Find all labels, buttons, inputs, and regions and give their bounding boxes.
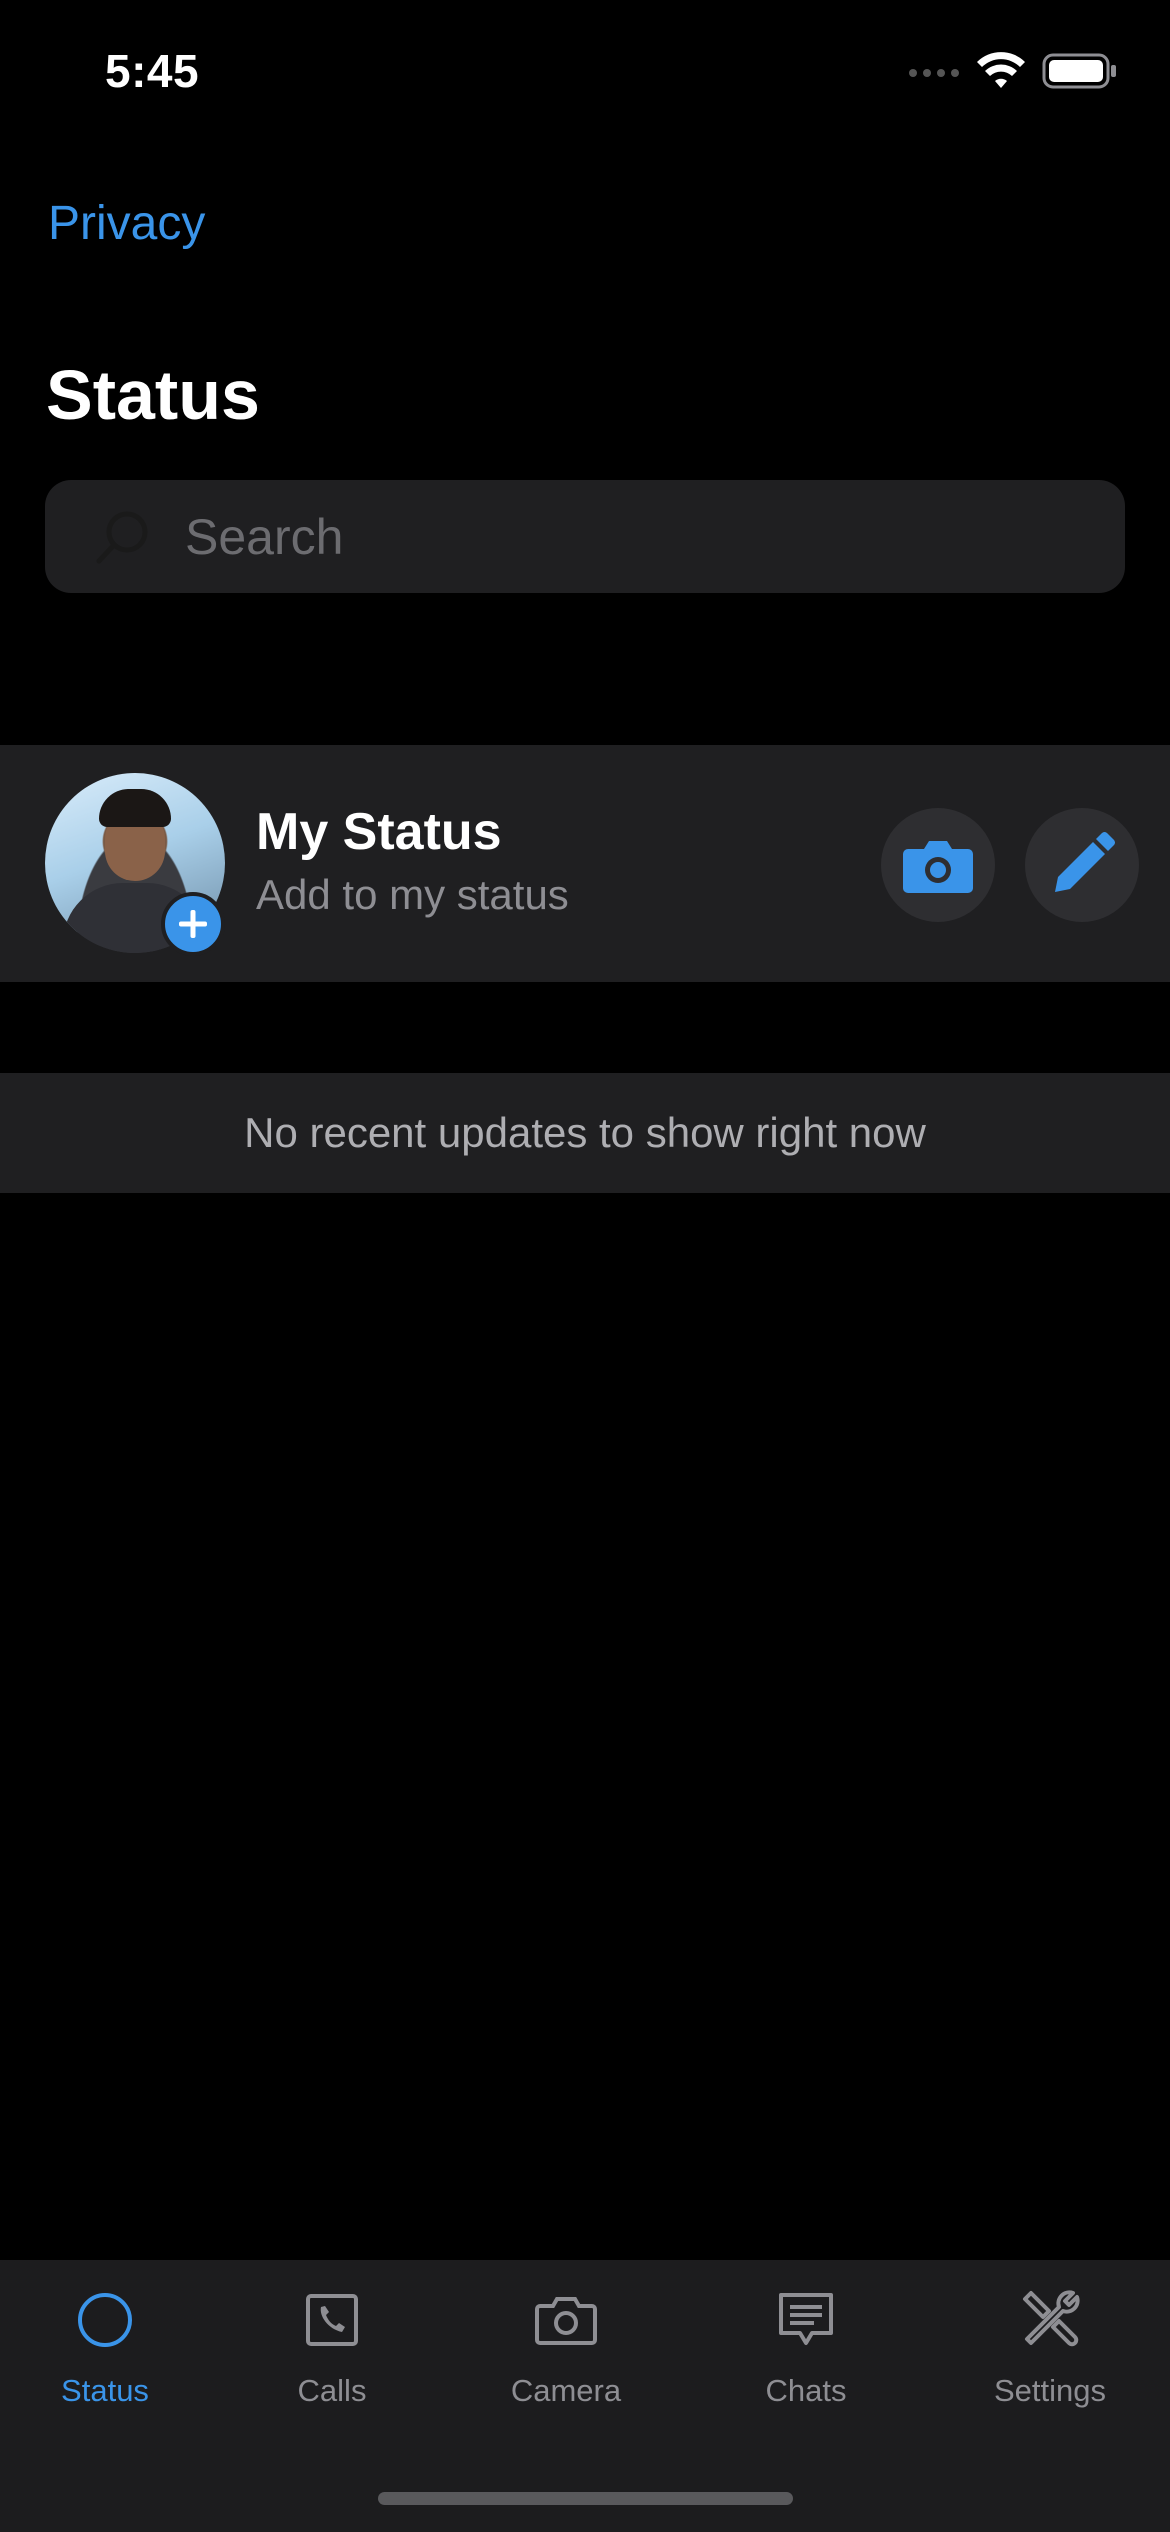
tab-label: Chats <box>765 2373 847 2408</box>
tab-chats[interactable]: Chats <box>706 2285 906 2409</box>
search-bar[interactable] <box>45 480 1125 593</box>
camera-status-button[interactable] <box>881 808 995 922</box>
pencil-icon <box>1055 832 1115 892</box>
tools-icon <box>1023 2290 1080 2347</box>
my-status-row[interactable]: My Status Add to my status <box>0 745 1170 982</box>
tab-label: Calls <box>297 2373 367 2408</box>
search-icon <box>96 511 148 563</box>
privacy-link[interactable]: Privacy <box>48 196 205 251</box>
status-bar-time: 5:45 <box>105 45 200 97</box>
tab-label: Settings <box>993 2373 1106 2408</box>
empty-updates-message: No recent updates to show right now <box>0 1073 1170 1193</box>
cellular-signal-icon <box>909 69 959 77</box>
camera-icon <box>903 841 973 893</box>
search-input[interactable] <box>183 506 1087 567</box>
my-status-title: My Status <box>256 803 502 861</box>
plus-icon <box>179 910 207 938</box>
status-bar-indicators <box>908 52 1118 90</box>
tab-settings[interactable]: Settings <box>950 2285 1150 2409</box>
chat-bubble-icon <box>779 2293 833 2345</box>
wifi-icon <box>977 52 1025 88</box>
battery-icon <box>1042 53 1116 89</box>
page-title: Status <box>46 356 260 434</box>
my-status-subtitle: Add to my status <box>256 871 569 918</box>
tab-camera[interactable]: Camera <box>466 2285 666 2409</box>
add-status-badge[interactable] <box>161 892 225 956</box>
home-indicator[interactable] <box>378 2492 793 2505</box>
tab-label: Status <box>61 2373 149 2408</box>
tab-label: Camera <box>510 2373 622 2408</box>
camera-icon <box>535 2297 597 2345</box>
status-ring-icon <box>78 2293 132 2347</box>
tab-status[interactable]: Status <box>5 2285 205 2409</box>
phone-icon <box>306 2294 358 2346</box>
tab-calls[interactable]: Calls <box>232 2285 432 2409</box>
text-status-button[interactable] <box>1025 808 1139 922</box>
